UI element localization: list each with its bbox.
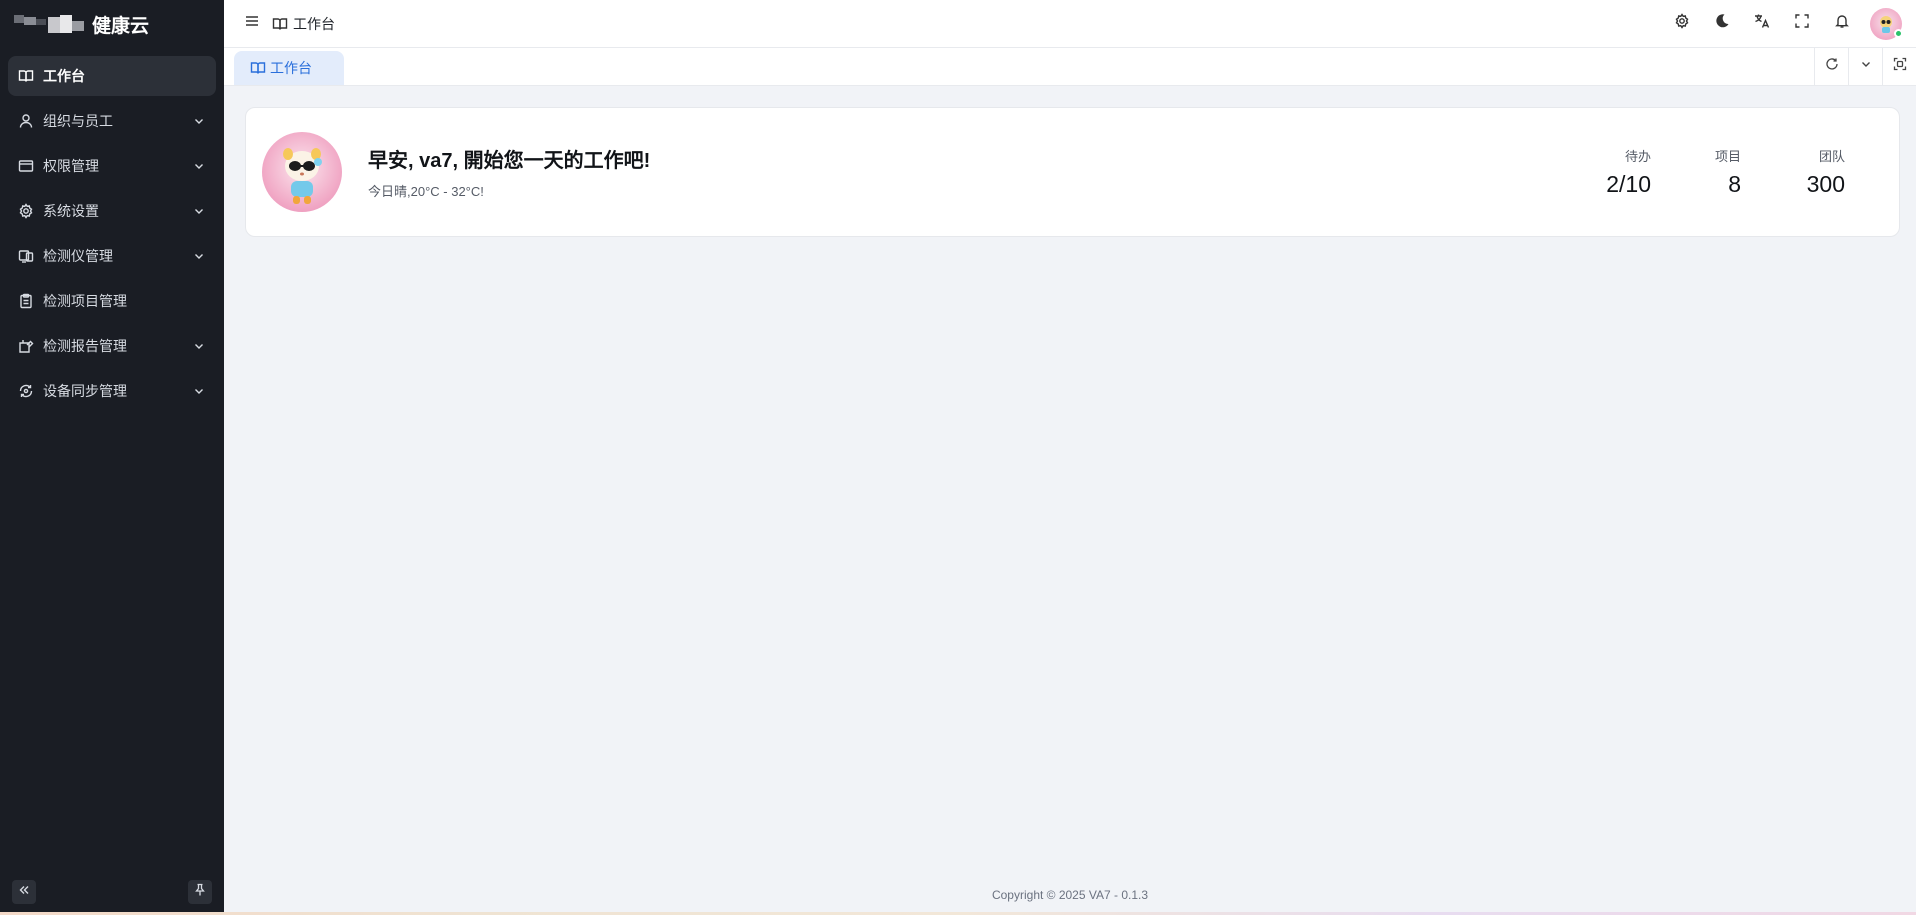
stat-todo[interactable]: 待办 2/10: [1571, 146, 1651, 198]
maximize-content-button[interactable]: [1882, 47, 1916, 85]
device-icon: [18, 248, 34, 264]
sidebar-item-label: 检测仪管理: [43, 248, 113, 264]
sidebar-item-label: 设备同步管理: [43, 383, 127, 399]
sync-icon: [18, 383, 34, 399]
stat-value: 300: [1806, 171, 1845, 197]
settings-button[interactable]: [1662, 4, 1702, 44]
stats: 待办 2/10 项目 8 团队 300: [1571, 146, 1845, 198]
sidebar-item-label: 检测报告管理: [43, 338, 127, 354]
greeting-title: 早安, va7, 開始您一天的工作吧!: [368, 150, 651, 172]
sidebar-item-label: 检测项目管理: [43, 293, 127, 309]
clipboard-icon: [18, 293, 34, 309]
sidebar-bottom: [0, 880, 224, 904]
mascot-character-icon: [283, 148, 322, 204]
stat-value: 2/10: [1606, 171, 1651, 197]
gear-icon: [1674, 13, 1690, 34]
refresh-icon: [1825, 57, 1839, 76]
greeting: 早安, va7, 開始您一天的工作吧! 今日晴,20°C - 32°C!: [368, 144, 650, 200]
scan-frame-icon: [1893, 57, 1907, 76]
user-avatar[interactable]: [1870, 7, 1903, 40]
logo[interactable]: 健康云: [0, 0, 224, 48]
chevron-down-icon: [1859, 57, 1873, 76]
book-open-icon: [272, 16, 288, 32]
tab-dropdown-button[interactable]: [1848, 47, 1882, 85]
stat-value: 8: [1728, 171, 1741, 197]
sidebar-item-label: 组织与员工: [43, 113, 113, 129]
sidebar-item-test-items[interactable]: 检测项目管理: [8, 281, 216, 321]
chevron-down-icon: [192, 159, 206, 173]
breadcrumb-label: 工作台: [293, 15, 335, 32]
bell-icon: [1834, 13, 1850, 34]
language-button[interactable]: [1742, 4, 1782, 44]
translate-icon: [1753, 12, 1771, 35]
fullscreen-icon: [1794, 13, 1810, 34]
gear-icon: [18, 203, 34, 219]
refresh-tab-button[interactable]: [1814, 47, 1848, 85]
chevron-down-icon: [192, 339, 206, 353]
stat-projects[interactable]: 项目 8: [1651, 146, 1741, 198]
sidebar-item-system-settings[interactable]: 系统设置: [8, 191, 216, 231]
welcome-card: 早安, va7, 開始您一天的工作吧! 今日晴,20°C - 32°C! 待办 …: [245, 107, 1900, 237]
collapse-sidebar-button[interactable]: [12, 880, 36, 904]
sidebar: 健康云 工作台 组织与员工 权限管理 系统设置 检测仪管理 检测项目管理 检测报…: [0, 0, 224, 912]
header-actions: [1662, 4, 1903, 44]
logo-text: 健康云: [92, 15, 150, 37]
logo-mark-icon: [14, 13, 88, 35]
top-header: 工作台: [224, 0, 1916, 48]
moon-icon: [1714, 13, 1730, 34]
pin-icon: [193, 883, 207, 902]
hamburger-icon: [244, 13, 260, 34]
chevron-down-icon: [192, 384, 206, 398]
sidebar-item-label: 系统设置: [43, 203, 99, 219]
book-open-icon: [250, 60, 266, 76]
double-chevron-left-icon: [17, 883, 31, 902]
menu-toggle-button[interactable]: [242, 14, 262, 34]
stat-team[interactable]: 团队 300: [1741, 146, 1845, 198]
tab-bar: 工作台: [224, 47, 1916, 86]
tab-actions: [1814, 47, 1916, 85]
chevron-down-icon: [192, 249, 206, 263]
chevron-down-icon: [192, 204, 206, 218]
report-icon: [18, 338, 34, 354]
greeting-weather: 今日晴,20°C - 32°C!: [368, 184, 484, 199]
sidebar-item-permissions[interactable]: 权限管理: [8, 146, 216, 186]
book-open-icon: [18, 68, 34, 84]
online-status-dot: [1894, 28, 1903, 38]
window-icon: [18, 158, 34, 174]
stat-label: 待办: [1624, 149, 1651, 164]
breadcrumb[interactable]: 工作台: [272, 14, 335, 34]
sidebar-item-device-management[interactable]: 检测仪管理: [8, 236, 216, 276]
stat-label: 项目: [1714, 149, 1741, 164]
fullscreen-button[interactable]: [1782, 4, 1822, 44]
sidebar-item-workbench[interactable]: 工作台: [8, 56, 216, 96]
tab-workbench[interactable]: 工作台: [234, 51, 344, 85]
sidebar-item-label: 权限管理: [43, 158, 99, 174]
notifications-button[interactable]: [1822, 4, 1862, 44]
tab-label: 工作台: [270, 60, 312, 76]
sidebar-item-label: 工作台: [43, 68, 85, 84]
theme-toggle-button[interactable]: [1702, 4, 1742, 44]
stat-label: 团队: [1818, 149, 1845, 164]
sidebar-menu: 工作台 组织与员工 权限管理 系统设置 检测仪管理 检测项目管理 检测报告管理 …: [0, 48, 224, 411]
sidebar-item-test-reports[interactable]: 检测报告管理: [8, 326, 216, 366]
welcome-avatar: [262, 132, 342, 212]
user-icon: [18, 113, 34, 129]
sidebar-item-device-sync[interactable]: 设备同步管理: [8, 371, 216, 411]
chevron-down-icon: [192, 114, 206, 128]
pin-sidebar-button[interactable]: [188, 880, 212, 904]
copyright-footer: Copyright © 2025 VA7 - 0.1.3: [991, 888, 1149, 902]
sidebar-item-org-staff[interactable]: 组织与员工: [8, 101, 216, 141]
